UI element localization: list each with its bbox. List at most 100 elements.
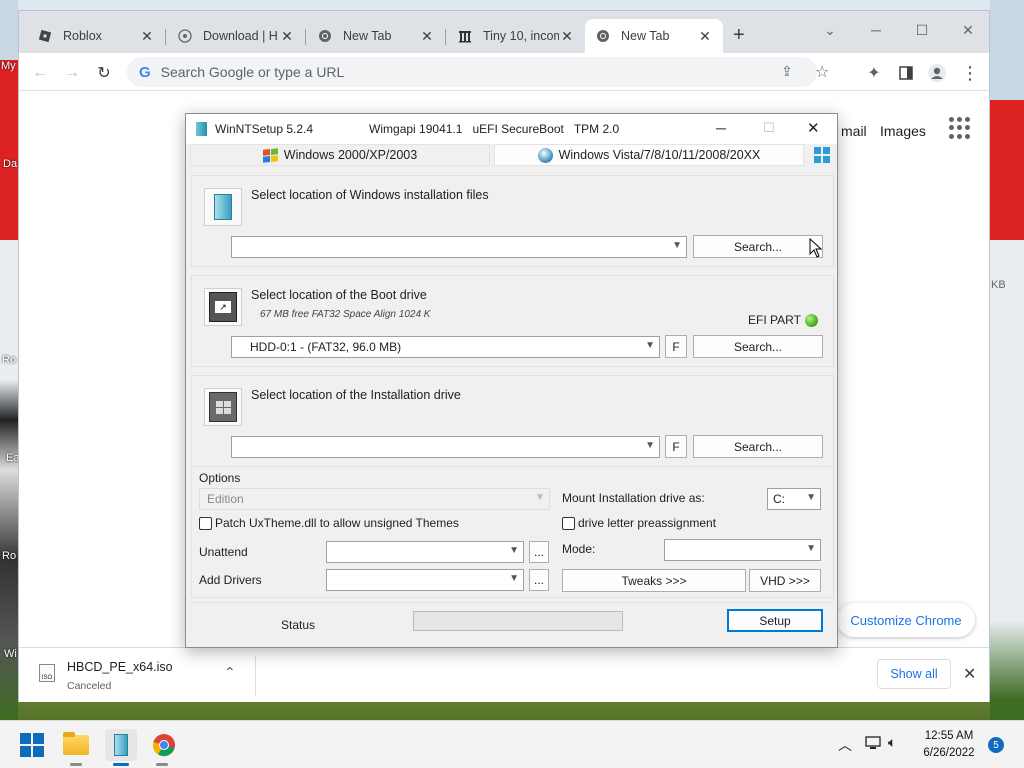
omnibox[interactable]: G Search Google or type a URL ⇪ ☆ [127,57,829,87]
tab-label: Windows Vista/7/8/10/11/2008/20XX [558,148,761,162]
iso-file-icon: ISO [39,664,55,682]
images-link[interactable]: Images [880,123,926,139]
profile-avatar-icon[interactable] [926,62,948,84]
search-button-label: Search... [733,239,783,254]
side-panel-icon[interactable] [895,62,917,84]
unattend-combo[interactable]: ▼ [326,541,524,563]
desktop-icon-label[interactable]: Da [3,158,17,170]
gmail-link[interactable]: mail [841,123,867,139]
close-tab-icon[interactable]: ✕ [279,28,295,45]
windows-start-icon[interactable] [16,729,48,761]
mouse-cursor-icon [809,237,823,261]
desktop-icon-label[interactable]: Ro [2,354,16,366]
close-tab-icon[interactable]: ✕ [559,28,575,45]
tab-roblox[interactable]: Roblox ✕ [27,19,165,53]
chrome-icon[interactable] [148,729,180,761]
tweaks-button[interactable]: Tweaks >>> [562,569,746,592]
notification-count: 5 [993,739,999,751]
close-window-icon[interactable]: ✕ [954,17,982,43]
maximize-icon[interactable]: ☐ [908,17,936,43]
boot-space-info: 67 MB free FAT32 Space Align 1024 K [260,309,431,320]
chrome-menu-kebab-icon[interactable]: ⋮ [959,62,981,84]
options-title: Options [199,471,241,485]
install-files-icon [204,188,242,226]
clock-date[interactable]: 6/26/2022 [919,747,979,759]
tab-new-tab-active[interactable]: New Tab ✕ [585,19,723,53]
boot-format-button[interactable]: F [665,335,687,358]
google-apps-grid-icon[interactable] [949,117,971,139]
desktop-icon-label[interactable]: Wi [4,648,17,660]
mode-combo[interactable]: ▼ [664,539,821,561]
drivers-combo[interactable]: ▼ [326,569,524,591]
minimize-icon[interactable]: ─ [862,17,890,43]
notification-badge[interactable]: 5 [988,737,1004,753]
drivers-browse-button[interactable]: ... [529,569,549,591]
extensions-puzzle-icon[interactable]: ✦ [863,62,885,84]
install-label: Select location of the Installation driv… [251,388,461,402]
unattend-browse-button[interactable]: ... [529,541,549,563]
clock-time[interactable]: 12:55 AM [919,730,979,742]
install-drive-combo[interactable]: ▼ [231,436,660,458]
taskbar: ︿ 🔈︎ 12:55 AM 6/26/2022 5 [0,720,1024,768]
download-filename[interactable]: HBCD_PE_x64.iso [67,660,173,674]
download-bar: ISO HBCD_PE_x64.iso Canceled ⌃ Show all … [19,647,989,702]
close-download-bar-icon[interactable]: ✕ [963,664,976,684]
show-hidden-icons-chevron-icon[interactable]: ︿ [838,735,852,755]
tab-new-tab-1[interactable]: New Tab ✕ [307,19,445,53]
back-arrow-icon[interactable]: ← [29,62,51,84]
secureboot-info: uEFI SecureBoot [472,122,564,136]
winntsetup-icon[interactable] [105,729,137,761]
edition-placeholder: Edition [207,492,244,506]
download-divider [255,656,256,696]
show-all-button[interactable]: Show all [877,659,951,689]
chevron-down-icon: ▼ [509,545,519,556]
download-status: Canceled [67,680,112,692]
search-button-label: Search... [733,339,783,354]
vhd-button[interactable]: VHD >>> [749,569,821,592]
mount-drive-combo[interactable]: C: ▼ [767,488,821,510]
tab-windows-xp[interactable]: Windows 2000/XP/2003 [190,144,490,166]
source-search-button[interactable]: Search... [693,235,823,258]
tab-windows-vista-plus[interactable]: Windows Vista/7/8/10/11/2008/20XX [494,144,804,166]
bookmark-star-icon[interactable]: ☆ [815,62,829,82]
tab-download[interactable]: Download | H ✕ [167,19,305,53]
volume-icon[interactable]: 🔈︎ [888,734,896,751]
download-options-chevron-icon[interactable]: ⌃ [224,664,236,681]
windows11-logo-icon[interactable] [814,147,830,163]
footer: Status Setup [191,602,834,642]
windows-xp-flag-icon [262,147,278,163]
winntsetup-titlebar[interactable]: WinNTSetup 5.2.4 Wimgapi 19041.1 uEFI Se… [186,114,837,144]
customize-chrome-button[interactable]: Customize Chrome [837,603,975,637]
boot-search-button[interactable]: Search... [693,335,823,358]
install-search-button[interactable]: Search... [693,435,823,458]
share-icon[interactable]: ⇪ [781,63,793,80]
minimize-icon[interactable]: ─ [716,120,726,136]
network-icon[interactable] [864,735,882,754]
tab-tiny10[interactable]: Tiny 10, incom ✕ [447,19,585,53]
boot-drive-combo[interactable]: HDD-0:1 - (FAT32, 96.0 MB) ▼ [231,336,660,358]
setup-button[interactable]: Setup [727,609,823,632]
forward-arrow-icon[interactable]: → [61,62,83,84]
file-explorer-icon[interactable] [60,729,92,761]
tab-label: Download | H [203,29,278,43]
close-tab-icon[interactable]: ✕ [139,28,155,45]
efi-status-led-icon [805,314,818,327]
preassign-label: drive letter preassignment [578,516,717,530]
wimgapi-info: Wimgapi 19041.1 [369,122,463,136]
close-tab-icon[interactable]: ✕ [419,28,435,45]
source-path-combo[interactable]: ▼ [231,236,687,258]
install-panel: Select location of the Installation driv… [191,375,834,467]
reload-icon[interactable]: ↻ [93,62,115,84]
new-tab-button[interactable]: + [733,25,745,45]
tab-search-chevron-icon[interactable]: ⌄ [816,17,844,43]
desktop-icon-label[interactable]: My [1,60,16,72]
patch-uxtheme-checkbox[interactable] [199,517,212,530]
file-icon-text: ISO [41,675,53,681]
preassign-checkbox[interactable] [562,517,575,530]
close-tab-icon[interactable]: ✕ [697,28,713,45]
show-all-label: Show all [890,667,938,681]
close-window-icon[interactable]: ✕ [807,119,820,137]
status-label: Status [281,618,316,632]
install-format-button[interactable]: F [665,435,687,458]
desktop-icon-label[interactable]: Ro [2,550,16,562]
